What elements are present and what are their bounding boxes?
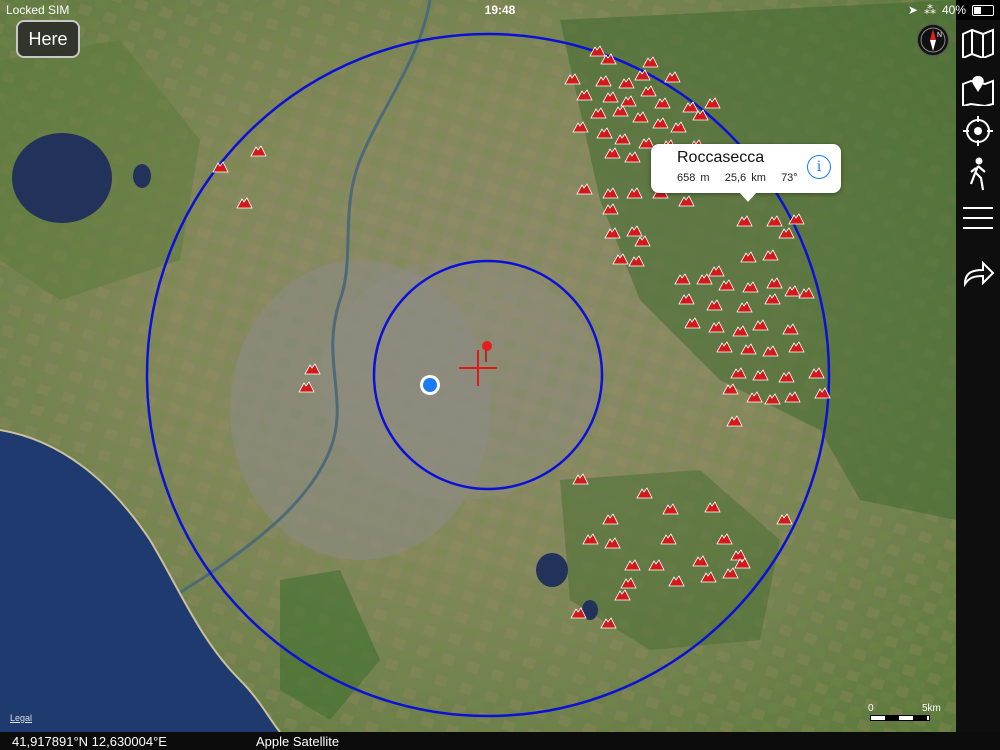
- peak-callout[interactable]: Roccasecca 658 m 25,6 km 73° i: [651, 144, 841, 202]
- map-canvas[interactable]: [0, 0, 956, 732]
- compass-north-label: N: [937, 32, 942, 39]
- scale-bar-graphic: [870, 715, 930, 721]
- current-location-icon[interactable]: [420, 375, 440, 395]
- clock: 19:48: [484, 3, 516, 17]
- compass-icon[interactable]: N: [917, 24, 949, 56]
- status-right: ➤ ⁂ 40%: [908, 3, 994, 17]
- lake-albano: [536, 553, 568, 587]
- callout-distance: 25,6 km: [724, 172, 766, 184]
- map-icon[interactable]: [956, 23, 1000, 63]
- location-target-icon[interactable]: [956, 111, 1000, 151]
- scale-end-label: 5km: [922, 703, 941, 714]
- location-arrow-icon: ➤: [907, 3, 918, 17]
- legal-link[interactable]: Legal: [10, 713, 32, 723]
- scale-start-label: 0: [868, 703, 874, 714]
- map-source-label[interactable]: Apple Satellite: [256, 734, 339, 749]
- bluetooth-icon: ⁂: [923, 3, 936, 17]
- battery-icon: [972, 4, 994, 16]
- forward-arrow-icon[interactable]: [956, 253, 1000, 293]
- here-button[interactable]: Here: [16, 20, 80, 58]
- info-icon[interactable]: i: [807, 155, 831, 179]
- satellite-map[interactable]: [0, 0, 956, 732]
- coordinates-readout: 41,917891°N 12,630004°E: [12, 734, 167, 749]
- lake-martignano: [133, 164, 151, 188]
- callout-details: 658 m 25,6 km 73°: [677, 172, 798, 184]
- callout-elevation: 658 m: [677, 172, 710, 184]
- bottom-info-bar: 41,917891°N 12,630004°E Apple Satellite: [0, 732, 1000, 750]
- status-bar: Locked SIM 19:48 ➤ ⁂ 40%: [0, 0, 1000, 20]
- battery-percent: 40%: [941, 3, 966, 17]
- right-toolbar: [956, 20, 1000, 732]
- pin-map-icon[interactable]: [956, 70, 1000, 110]
- scale-bar: 0 5km: [866, 703, 946, 725]
- callout-bearing: 73°: [781, 172, 798, 184]
- callout-title: Roccasecca: [677, 149, 765, 166]
- lake-bracciano: [12, 133, 112, 223]
- menu-icon[interactable]: [956, 198, 1000, 238]
- walking-person-icon[interactable]: [956, 154, 1000, 194]
